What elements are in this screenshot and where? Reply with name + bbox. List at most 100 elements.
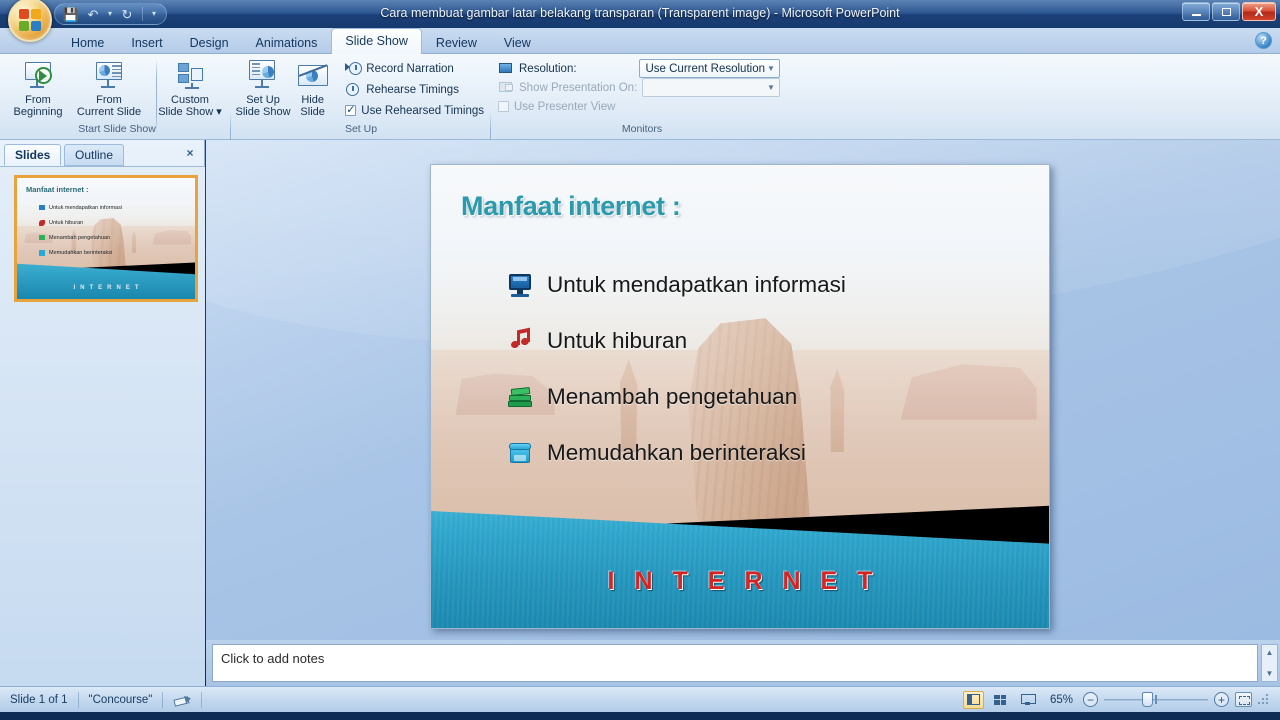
slide-thumbnail[interactable]: Manfaat internet : Untuk mendapatkan inf… [14, 175, 198, 302]
resolution-label: Resolution: [519, 62, 577, 75]
pane-tab-outline[interactable]: Outline [64, 144, 125, 166]
slide-thumbnail-item[interactable]: 1 Manfaat internet : [8, 175, 198, 302]
minimize-button[interactable] [1182, 2, 1210, 21]
resolution-combo[interactable]: Use Current Resolution ▼ [639, 59, 780, 78]
hide-slide-label-1: Hide [301, 94, 324, 106]
fit-slide-to-window-button[interactable] [1235, 692, 1252, 707]
tab-slide-show[interactable]: Slide Show [331, 28, 422, 54]
hide-slide-label-2: Slide [300, 106, 325, 118]
custom-slide-show-label-1: Custom [171, 94, 209, 106]
slides-pane: Slides Outline × 1 [0, 140, 205, 686]
slides-pane-tabs: Slides Outline × [0, 144, 205, 166]
thumbnail-title: Manfaat internet : [26, 185, 89, 194]
rehearse-timings-command[interactable]: Rehearse Timings [341, 80, 488, 99]
normal-view-button[interactable] [962, 690, 984, 709]
scroll-down-icon[interactable]: ▼ [1264, 668, 1275, 679]
office-logo-icon [19, 9, 43, 33]
music-note-icon [507, 327, 533, 354]
slide-canvas[interactable]: Manfaat internet : Untuk mendapatkan inf… [430, 164, 1050, 629]
from-beginning-label-2: Beginning [13, 106, 63, 118]
redo-icon[interactable]: ↻ [117, 5, 137, 23]
zoom-slider-thumb[interactable] [1142, 692, 1153, 707]
thumbnail-banner-word: INTERNET [73, 285, 144, 291]
slide-sorter-view-button[interactable] [990, 691, 1011, 709]
spell-check-status[interactable] [163, 690, 201, 710]
zoom-out-button[interactable]: − [1083, 692, 1098, 707]
ribbon-tab-strip: Home Insert Design Animations Slide Show… [0, 28, 1280, 54]
group-label-monitors: Monitors [621, 123, 663, 135]
hide-slide-button[interactable]: Hide Slide [292, 55, 333, 121]
pane-tab-slides[interactable]: Slides [4, 144, 62, 166]
undo-icon[interactable]: ↶ [83, 5, 103, 23]
use-rehearsed-timings-command[interactable]: Use Rehearsed Timings [341, 101, 488, 120]
customize-qat-icon[interactable]: ▾ [148, 5, 160, 23]
use-rehearsed-timings-checkbox[interactable] [345, 103, 357, 116]
ribbon: From Beginning From Current Slide Custom… [0, 54, 1280, 186]
powerpoint-window: Cara membuat gambar latar belakang trans… [0, 0, 1280, 720]
close-button[interactable]: X [1242, 2, 1276, 21]
status-divider-3 [201, 691, 203, 708]
restore-button[interactable] [1212, 2, 1240, 21]
resolution-row: Resolution: Use Current Resolution ▼ [494, 59, 784, 78]
bullet-item-1: Untuk mendapatkan informasi [507, 257, 1027, 313]
chevron-down-icon-2: ▼ [767, 83, 775, 92]
slide-title[interactable]: Manfaat internet : [461, 191, 681, 222]
use-presenter-view-row: Use Presenter View [494, 97, 784, 116]
tab-design[interactable]: Design [177, 32, 242, 54]
show-presentation-on-combo[interactable]: ▼ [642, 78, 780, 97]
tab-view[interactable]: View [491, 32, 544, 54]
tab-home[interactable]: Home [58, 32, 117, 54]
notes-pane: Click to add notes ▲ ▼ [206, 640, 1280, 686]
bullet-text-2: Untuk hiburan [547, 328, 688, 353]
thumbnail-bullets: Untuk mendapatkan informasi Untuk hibura… [39, 200, 122, 260]
save-icon[interactable]: 💾 [61, 5, 81, 23]
show-presentation-on-icon [498, 80, 514, 96]
slide-show-view-button[interactable] [1017, 691, 1038, 709]
custom-slide-show-label-2: Slide Show ▾ [158, 106, 222, 118]
notes-scrollbar[interactable]: ▲ ▼ [1261, 644, 1278, 682]
slide-show-icon [1020, 694, 1036, 705]
close-pane-icon[interactable]: × [183, 146, 197, 160]
resolution-icon [498, 61, 514, 77]
rehearse-timings-icon [345, 82, 361, 98]
bullet-item-2: Untuk hiburan [507, 313, 1027, 369]
tab-animations[interactable]: Animations [243, 32, 331, 54]
ribbon-tabs: Home Insert Design Animations Slide Show… [58, 28, 545, 54]
resize-grip[interactable] [1258, 693, 1270, 706]
notes-placeholder[interactable]: Click to add notes [212, 644, 1258, 682]
record-narration-icon [345, 61, 363, 77]
qat-separator [142, 7, 143, 21]
bullet-text-3: Menambah pengetahuan [547, 384, 798, 409]
slide-bullet-list[interactable]: Untuk mendapatkan informasi Untuk hibura… [507, 257, 1027, 481]
record-narration-command[interactable]: Record Narration [341, 59, 488, 78]
ribbon-group-set-up: Set Up Slide Show Hide Slide Record Narr… [234, 55, 488, 137]
use-presenter-view-checkbox[interactable] [498, 101, 509, 112]
from-current-slide-button[interactable]: From Current Slide [70, 55, 148, 121]
help-icon[interactable]: ? [1255, 32, 1272, 49]
use-presenter-view-label: Use Presenter View [514, 100, 616, 113]
normal-view-icon [966, 694, 980, 705]
undo-dropdown-icon[interactable]: ▾ [105, 5, 115, 23]
from-current-slide-label-2: Current Slide [76, 106, 142, 118]
tab-review[interactable]: Review [423, 32, 490, 54]
set-up-command-list: Record Narration Rehearse Timings Use Re… [341, 55, 488, 120]
tab-insert[interactable]: Insert [118, 32, 175, 54]
bullet-text-1: Untuk mendapatkan informasi [547, 272, 846, 297]
scroll-up-icon[interactable]: ▲ [1264, 647, 1275, 658]
slide-sorter-icon [994, 694, 1007, 705]
custom-slide-show-button[interactable]: Custom Slide Show ▾ [154, 55, 226, 121]
set-up-slide-show-button[interactable]: Set Up Slide Show [234, 55, 292, 121]
from-beginning-button[interactable]: From Beginning [6, 55, 70, 121]
quick-access-toolbar: 💾 ↶ ▾ ↻ ▾ [54, 3, 167, 25]
ribbon-group-monitors: Resolution: Use Current Resolution ▼ Sho… [494, 55, 790, 137]
office-button[interactable] [8, 0, 52, 42]
slide-banner-word[interactable]: INTERNET [431, 567, 1049, 596]
from-beginning-icon [22, 59, 54, 91]
bullet-text-4: Memudahkan berinteraksi [547, 440, 806, 465]
bullet-item-4: Memudahkan berinteraksi [507, 425, 1027, 481]
proofing-icon [173, 693, 191, 707]
use-rehearsed-timings-label: Use Rehearsed Timings [361, 104, 484, 117]
zoom-slider[interactable] [1104, 692, 1208, 707]
status-bar: Slide 1 of 1 "Concourse" 65% − + [0, 686, 1280, 712]
zoom-in-button[interactable]: + [1214, 692, 1229, 707]
